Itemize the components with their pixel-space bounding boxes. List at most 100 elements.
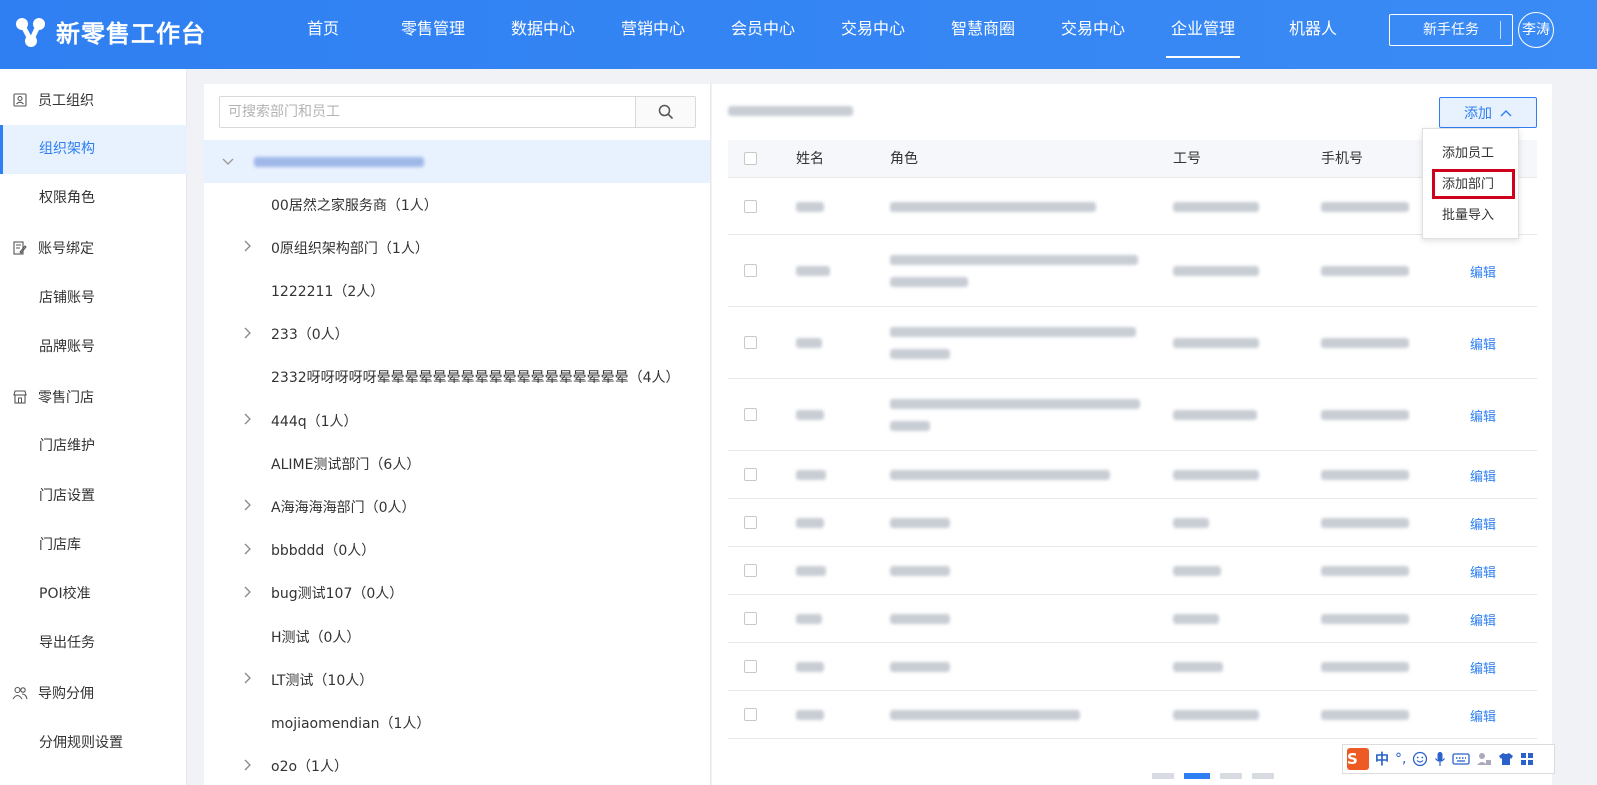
chevron-right-icon[interactable] (244, 759, 254, 774)
name-redacted (796, 266, 830, 276)
tree-node[interactable]: ALIME测试部门（6人） (204, 442, 710, 485)
tree-node[interactable]: H测试（0人） (204, 615, 710, 658)
tree-root-node[interactable] (204, 140, 710, 183)
menu-item-batch-import[interactable]: 批量导入 (1423, 201, 1520, 231)
sidebar-item-2-1[interactable]: 门店设置 (0, 472, 187, 521)
sogou-logo-icon[interactable]: S (1347, 748, 1369, 770)
tree-node[interactable]: mojiaomendian（1人） (204, 701, 710, 744)
pagination-fragment-active[interactable] (1184, 773, 1210, 779)
microphone-icon[interactable] (1434, 751, 1446, 767)
tree-node[interactable]: 2332呀呀呀呀呀晕晕晕晕晕晕晕晕晕晕晕晕晕晕晕晕晕晕（4人） (204, 356, 710, 399)
tree-search-button[interactable] (635, 97, 695, 127)
sidebar-group-0: 员工组织 (0, 75, 187, 124)
edit-link[interactable]: 编辑 (1470, 406, 1496, 425)
row-checkbox[interactable] (744, 564, 757, 577)
chevron-right-icon[interactable] (244, 240, 254, 255)
chevron-right-icon[interactable] (244, 327, 254, 342)
row-checkbox[interactable] (744, 336, 757, 349)
tree-node[interactable]: 444q（1人） (204, 399, 710, 442)
edit-link[interactable]: 编辑 (1470, 466, 1496, 485)
chevron-right-icon[interactable] (244, 586, 254, 601)
sidebar-item-1-1[interactable]: 品牌账号 (0, 323, 187, 372)
tree-node[interactable]: 0原组织架构部门（1人） (204, 226, 710, 269)
chevron-right-icon[interactable] (244, 413, 254, 428)
user-avatar[interactable]: 李涛 (1518, 12, 1554, 48)
toolbox-grid-icon[interactable] (1520, 752, 1534, 766)
ime-mode-toggle[interactable]: 中 (1375, 749, 1389, 769)
row-checkbox[interactable] (744, 408, 757, 421)
edit-link[interactable]: 编辑 (1470, 658, 1496, 677)
phone-redacted (1321, 710, 1409, 720)
emoji-icon[interactable] (1412, 751, 1428, 767)
tree-node[interactable]: 1222211（2人） (204, 269, 710, 312)
sidebar-item-0-1[interactable]: 权限角色 (0, 174, 187, 223)
nav-item-1[interactable]: 零售管理 (378, 0, 488, 69)
nav-item-4[interactable]: 会员中心 (708, 0, 818, 69)
root-name-redacted (254, 156, 424, 167)
chevron-right-icon[interactable] (244, 672, 254, 687)
row-checkbox[interactable] (744, 516, 757, 529)
chevron-right-icon[interactable] (244, 543, 254, 558)
sidebar-group-label: 员工组织 (38, 92, 94, 109)
nav-item-2[interactable]: 数据中心 (488, 0, 598, 69)
sidebar-item-2-4[interactable]: 导出任务 (0, 619, 187, 668)
row-checkbox[interactable] (744, 200, 757, 213)
nav-item-7[interactable]: 交易中心 (1038, 0, 1148, 69)
tree-node-label: H测试（0人） (271, 629, 361, 646)
newbie-task-button[interactable]: 新手任务 (1389, 14, 1513, 46)
nav-item-0[interactable]: 首页 (268, 0, 378, 69)
sidebar-item-0-0[interactable]: 组织架构 (0, 125, 187, 174)
app-logo[interactable]: 新零售工作台 (14, 14, 206, 49)
sidebar-item-2-0[interactable]: 门店维护 (0, 422, 187, 471)
nav-item-5[interactable]: 交易中心 (818, 0, 928, 69)
row-checkbox[interactable] (744, 708, 757, 721)
add-button[interactable]: 添加 (1439, 97, 1537, 128)
edit-link[interactable]: 编辑 (1470, 334, 1496, 353)
ime-punctuation-toggle[interactable]: °, (1395, 751, 1406, 767)
nav-item-9[interactable]: 机器人 (1258, 0, 1368, 69)
tree-node[interactable]: 233（0人） (204, 313, 710, 356)
sidebar-item-1-0[interactable]: 店铺账号 (0, 274, 187, 323)
select-all-checkbox[interactable] (744, 152, 757, 165)
keyboard-icon[interactable] (1452, 752, 1471, 766)
tree-search-input[interactable] (220, 97, 635, 127)
tree-node[interactable]: bbbddd（0人） (204, 529, 710, 572)
sidebar-item-2-2[interactable]: 门店库 (0, 521, 187, 570)
row-checkbox[interactable] (744, 660, 757, 673)
tree-node[interactable]: 00居然之家服务商（1人） (204, 183, 710, 226)
nav-item-8[interactable]: 企业管理 (1148, 0, 1258, 69)
sidebar-item-2-3[interactable]: POI校准 (0, 570, 187, 619)
role-redacted (890, 662, 950, 672)
row-checkbox[interactable] (744, 612, 757, 625)
nav-item-6[interactable]: 智慧商圈 (928, 0, 1038, 69)
pagination-fragment[interactable] (1152, 773, 1174, 779)
row-checkbox[interactable] (744, 468, 757, 481)
tree-node-label: 0原组织架构部门（1人） (271, 240, 429, 257)
edit-link[interactable]: 编辑 (1470, 514, 1496, 533)
edit-link[interactable]: 编辑 (1470, 262, 1496, 281)
tree-node-label: 00居然之家服务商（1人） (271, 197, 438, 214)
edit-link[interactable]: 编辑 (1470, 706, 1496, 725)
top-header: 新零售工作台 首页 零售管理 数据中心 营销中心 会员中心 交易中心 智慧商圈 交易中心 企业管… (0, 0, 1597, 69)
chevron-right-icon[interactable] (244, 499, 254, 514)
user-center-icon[interactable] (1476, 751, 1492, 767)
tree-node[interactable]: o2o（1人） (204, 745, 710, 785)
chevron-down-icon[interactable] (222, 158, 234, 166)
edit-link[interactable]: 编辑 (1470, 610, 1496, 629)
tree-node[interactable]: bug测试107（0人） (204, 572, 710, 615)
row-checkbox[interactable] (744, 264, 757, 277)
pagination-fragment[interactable] (1220, 773, 1242, 779)
skin-shirt-icon[interactable] (1498, 751, 1514, 767)
sidebar-item-3-0[interactable]: 分佣规则设置 (0, 719, 187, 768)
pagination-fragment[interactable] (1252, 773, 1274, 779)
tree-node[interactable]: A海海海海部门（0人） (204, 485, 710, 528)
tree-node-label: A海海海海部门（0人） (271, 499, 416, 516)
nav-item-3[interactable]: 营销中心 (598, 0, 708, 69)
menu-item-add-employee[interactable]: 添加员工 (1423, 139, 1520, 169)
edit-link[interactable]: 编辑 (1470, 562, 1496, 581)
table-row: 编辑 (728, 379, 1537, 451)
role-redacted (890, 202, 1096, 212)
table-row: 编辑 (728, 307, 1537, 379)
tree-node[interactable]: LT测试（10人） (204, 658, 710, 701)
tree-node-label: o2o（1人） (271, 759, 348, 776)
